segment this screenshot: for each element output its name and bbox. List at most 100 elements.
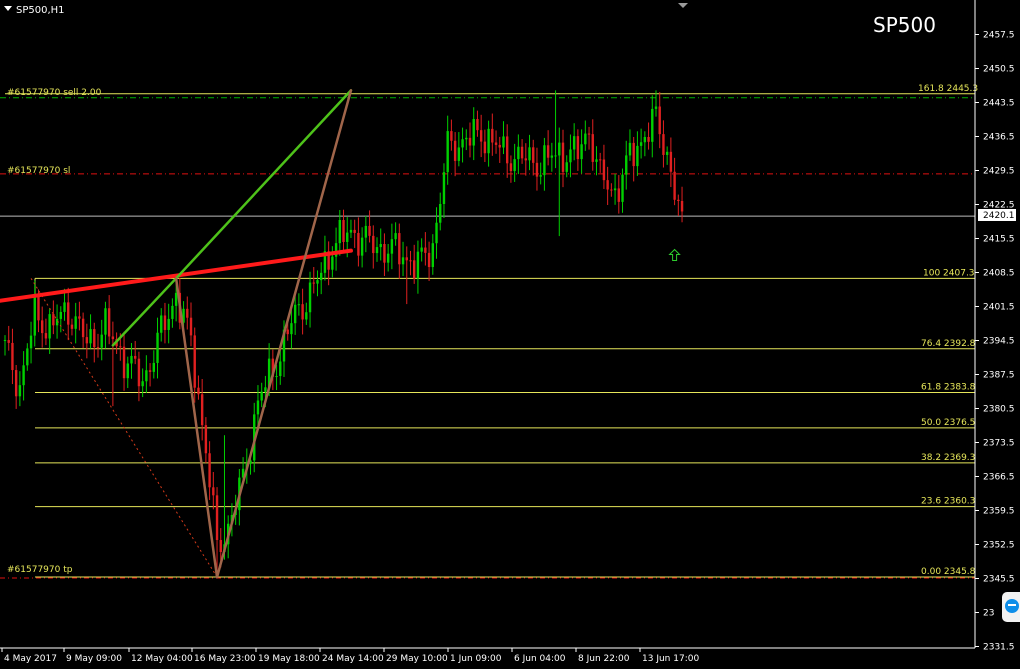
- price-axis-label: 2436.5: [983, 133, 1015, 143]
- candle-body: [446, 131, 449, 173]
- candle-body: [204, 425, 208, 454]
- candle-body: [673, 171, 676, 200]
- price-axis-label: 2408.5: [983, 269, 1015, 279]
- candle-body: [468, 137, 472, 146]
- candle-body: [130, 355, 133, 364]
- teamviewer-arrow: [1008, 604, 1016, 610]
- candle-body: [610, 189, 613, 191]
- candle-body: [580, 144, 583, 160]
- candle-body: [546, 145, 550, 158]
- candle-body: [44, 333, 48, 339]
- candle-body: [498, 144, 501, 148]
- price-axis-label: 2415.5: [983, 235, 1015, 245]
- candle-body: [625, 155, 628, 175]
- candle-body: [338, 219, 341, 244]
- candle-body: [78, 316, 81, 319]
- candle-body: [160, 315, 163, 333]
- candle-body: [331, 256, 334, 270]
- candle-body: [141, 381, 144, 387]
- candle-body: [368, 225, 371, 236]
- candle-body: [658, 106, 661, 135]
- fibonacci-level-label: 161.8 2445.3: [918, 84, 978, 94]
- candle-body: [535, 162, 539, 177]
- time-axis-label: 9 May 09:00: [66, 654, 122, 664]
- candle-body: [275, 376, 278, 378]
- time-axis-label: 4 May 2017: [4, 654, 57, 664]
- candle-body: [260, 391, 263, 401]
- candle-body: [394, 233, 397, 240]
- candle-body: [264, 387, 267, 392]
- candle-body: [476, 119, 479, 131]
- candle-body: [669, 151, 673, 172]
- candle-body: [383, 244, 386, 263]
- candle-body: [67, 302, 70, 325]
- candle-body: [360, 237, 364, 256]
- candle-body: [33, 294, 36, 336]
- candle-body: [29, 335, 33, 349]
- price-axis-label: 2457.5: [983, 31, 1015, 41]
- candle-body: [442, 172, 446, 204]
- candle-body: [171, 305, 174, 319]
- candle-body: [662, 134, 665, 155]
- candle-body: [654, 106, 658, 109]
- candle-body: [491, 128, 494, 143]
- candle-body: [565, 162, 568, 172]
- candle-body: [7, 340, 10, 343]
- price-chart[interactable]: 161.8 2445.3 100 2407.3 76.4 2392.8 61.8 23…: [0, 0, 1020, 665]
- candle-body: [375, 247, 379, 254]
- candle-body: [208, 453, 211, 488]
- candle-body: [584, 133, 587, 145]
- candle-body: [398, 233, 401, 265]
- candle-body: [107, 308, 111, 337]
- candle-body: [435, 222, 438, 244]
- candle-body: [643, 137, 647, 143]
- candle-body: [148, 370, 152, 372]
- candle-body: [85, 337, 89, 344]
- price-axis-label: 2352.5: [983, 541, 1015, 551]
- candle-body: [513, 159, 516, 172]
- candle-body: [312, 282, 315, 284]
- candle-body: [390, 239, 394, 254]
- symbol-timeframe-label: SP500,H1: [16, 5, 65, 16]
- candle-body: [26, 348, 29, 366]
- candle-body: [621, 174, 624, 202]
- candle-body: [379, 244, 382, 248]
- candle-body: [104, 308, 107, 335]
- fibonacci-level-label: 23.6 2360.3: [921, 497, 975, 507]
- candle-body: [167, 318, 170, 330]
- price-axis-label: 2359.5: [983, 507, 1015, 517]
- candle-body: [457, 147, 461, 161]
- candle-body: [93, 329, 96, 348]
- candle-body: [665, 151, 669, 155]
- candle-body: [632, 142, 635, 167]
- candle-body: [599, 159, 602, 161]
- candle-body: [602, 159, 606, 181]
- candle-body: [591, 134, 594, 162]
- candle-body: [3, 340, 7, 342]
- teamviewer-icon[interactable]: [1002, 592, 1020, 622]
- price-axis-label: 2443.5: [983, 99, 1015, 109]
- candle-body: [680, 200, 684, 212]
- candle-body: [424, 247, 427, 253]
- candle-body: [576, 136, 580, 160]
- candle-body: [305, 312, 308, 320]
- candle-body: [96, 347, 100, 349]
- price-axis-label: 2380.5: [983, 405, 1015, 415]
- fibonacci-level-label: 50.0 2376.5: [921, 418, 975, 428]
- candle-body: [543, 145, 546, 176]
- candle-body: [197, 387, 200, 395]
- candle-body: [416, 251, 420, 279]
- price-axis-label: 2373.5: [983, 439, 1015, 449]
- candle-body: [174, 292, 178, 306]
- candle-body: [41, 320, 44, 334]
- candle-body: [465, 137, 468, 140]
- fibonacci-level-label: 61.8 2383.8: [921, 382, 976, 392]
- candle-body: [256, 400, 260, 415]
- chart-window[interactable]: 161.8 2445.3 100 2407.3 76.4 2392.8 61.8 23…: [0, 0, 1020, 665]
- candle-body: [587, 133, 591, 135]
- candle-body: [70, 324, 74, 329]
- candle-body: [219, 539, 222, 552]
- candle-body: [89, 329, 92, 344]
- time-axis-label: 12 May 04:00: [131, 654, 193, 664]
- candle-body: [145, 370, 148, 382]
